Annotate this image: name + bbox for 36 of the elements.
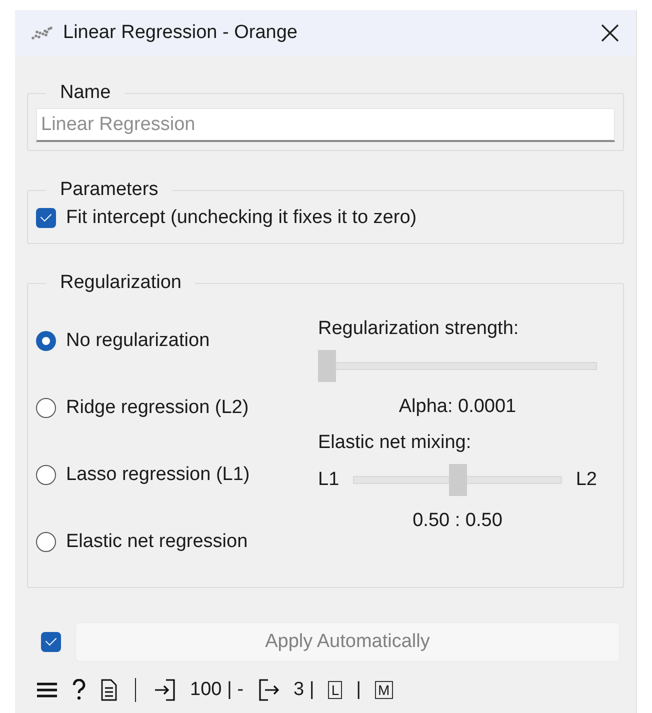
radio-button[interactable] — [36, 465, 56, 485]
radio-button[interactable] — [36, 398, 56, 418]
radio-label: Elastic net regression — [66, 531, 248, 553]
checkbox[interactable] — [36, 208, 56, 228]
window-title: Linear Regression - Orange — [63, 22, 298, 44]
slider-label: Elastic net mixing: — [318, 432, 472, 454]
slider-end-label: L1 — [318, 469, 340, 491]
output-count: 3 | — [294, 679, 314, 701]
radio-label: No regularization — [66, 330, 210, 352]
slider-label: Regularization strength: — [318, 318, 520, 340]
help-icon[interactable] — [71, 679, 87, 701]
apply-button[interactable]: Apply Automatically — [75, 622, 620, 662]
document-icon[interactable] — [101, 679, 117, 701]
input-count: 100 | - — [190, 679, 244, 701]
output-icon — [258, 679, 280, 701]
group-title: Parameters — [59, 179, 160, 201]
alpha-reading: Alpha: 0.0001 — [398, 396, 516, 418]
mixing-reading: 0.50 : 0.50 — [412, 510, 502, 532]
menu-icon[interactable] — [37, 681, 57, 699]
output-badge: M — [375, 681, 393, 699]
auto-apply-checkbox[interactable] — [41, 632, 61, 652]
slider-track[interactable] — [318, 350, 597, 382]
group-title: Name — [59, 82, 112, 104]
output-badge: L — [328, 681, 342, 699]
slider-track[interactable] — [353, 464, 562, 496]
radio-label: Ridge regression (L2) — [66, 397, 249, 419]
status-separator: | — [356, 679, 362, 701]
scatter-logo-icon — [31, 26, 53, 40]
slider-end-label: L2 — [576, 469, 597, 491]
radio-button[interactable] — [36, 532, 56, 552]
radio-button[interactable] — [36, 331, 56, 351]
checkbox-label: Fit intercept (unchecking it fixes it to zero) — [66, 207, 417, 229]
input-icon — [154, 679, 176, 701]
name-field[interactable]: Linear Regression — [36, 108, 615, 142]
radio-label: Lasso regression (L1) — [66, 464, 250, 486]
group-title: Regularization — [59, 272, 182, 294]
